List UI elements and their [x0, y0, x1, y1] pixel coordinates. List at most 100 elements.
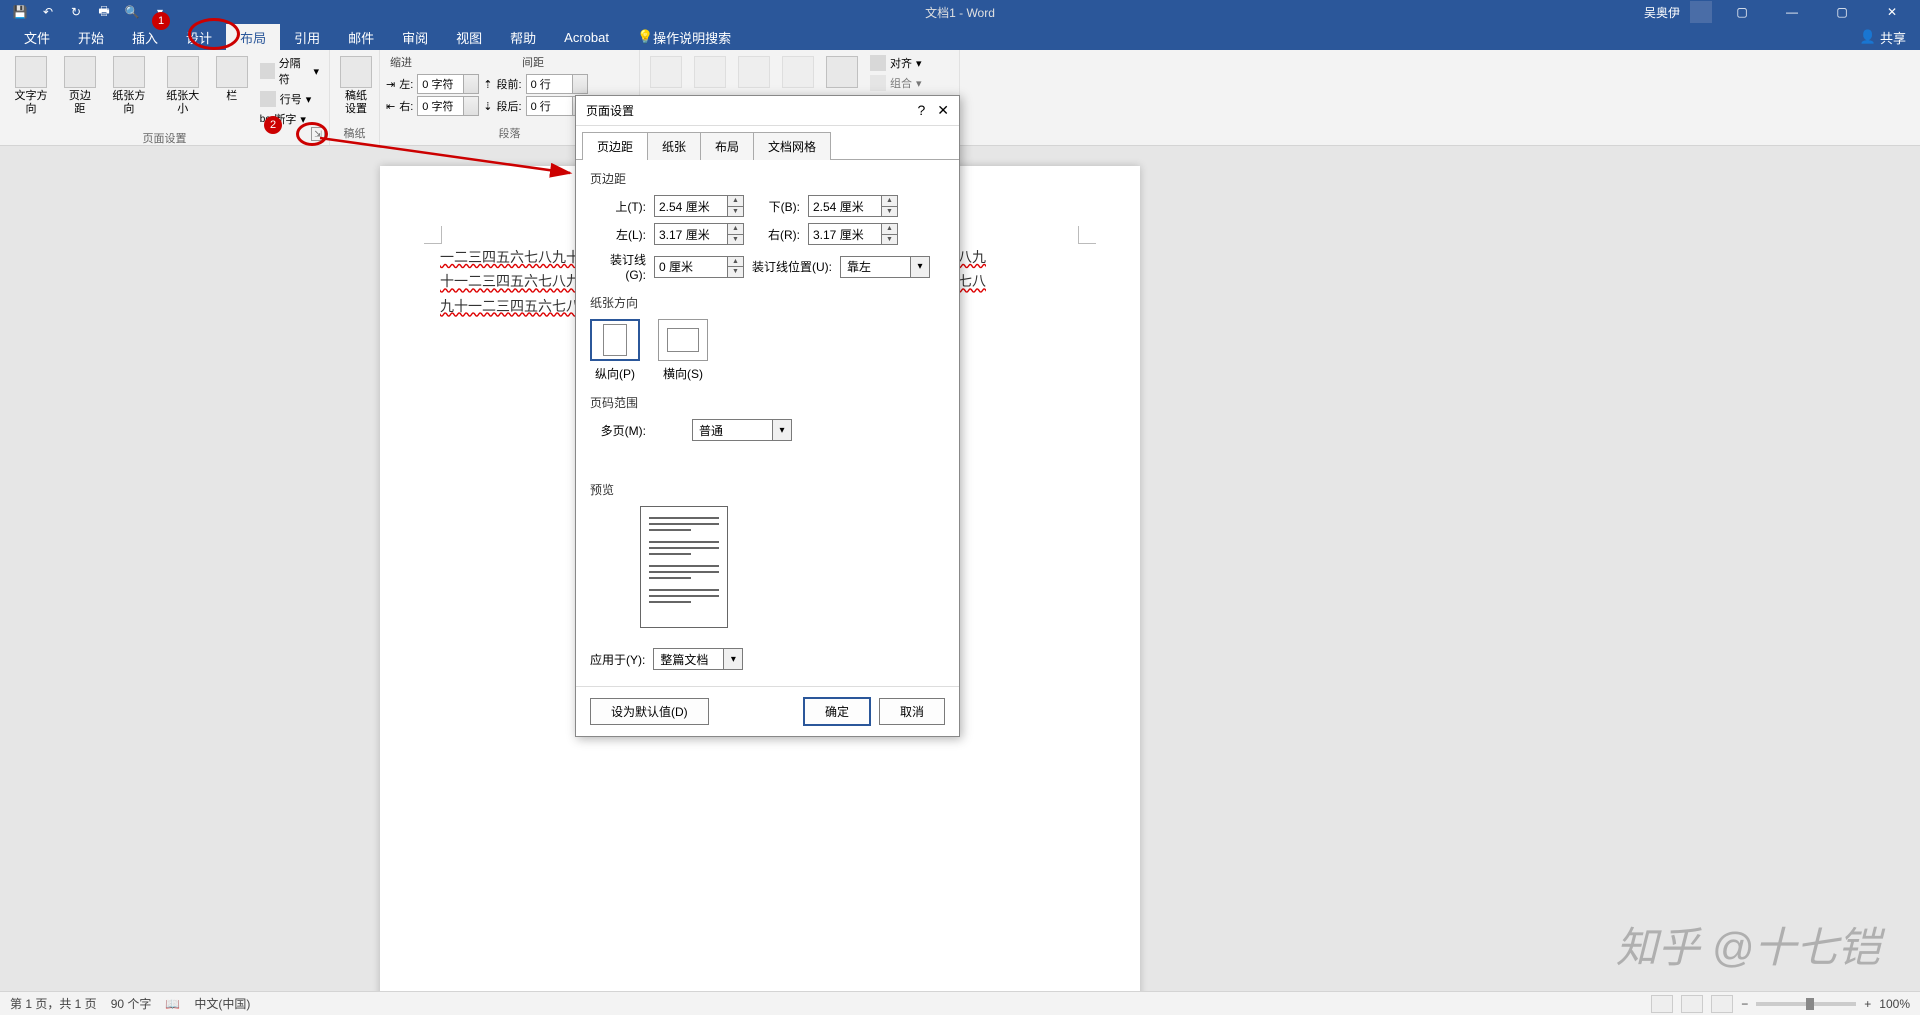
view-read-mode-icon[interactable] [1651, 995, 1673, 1013]
zoom-in-icon[interactable]: + [1864, 997, 1871, 1011]
dialog-help-icon[interactable]: ? [917, 102, 925, 119]
zoom-out-icon[interactable]: − [1741, 997, 1748, 1011]
tab-layout[interactable]: 布局 [226, 24, 280, 50]
dialog-tab-grid[interactable]: 文档网格 [753, 132, 831, 160]
tab-help[interactable]: 帮助 [496, 24, 550, 50]
ribbon-group-manuscript: 稿纸 设置 稿纸 [330, 50, 380, 145]
selection-pane-icon [826, 56, 858, 88]
dialog-close-icon[interactable]: ✕ [937, 102, 949, 119]
spacing-before-input[interactable]: 0 行 [526, 74, 588, 94]
tab-file[interactable]: 文件 [10, 24, 64, 50]
margin-bottom-input[interactable]: 2.54 厘米▲▼ [808, 195, 898, 217]
manuscript-button[interactable]: 稿纸 设置 [336, 54, 376, 123]
multipage-combo[interactable]: 普通 [692, 419, 792, 441]
margins-icon [64, 56, 96, 88]
maximize-icon[interactable]: ▢ [1822, 0, 1862, 24]
columns-icon [216, 56, 248, 88]
tab-view[interactable]: 视图 [442, 24, 496, 50]
dialog-tab-paper[interactable]: 纸张 [647, 132, 701, 160]
orientation-button[interactable]: 纸张方向 [104, 54, 154, 128]
tab-review[interactable]: 审阅 [388, 24, 442, 50]
dialog-footer: 设为默认值(D) 确定 取消 [576, 686, 959, 736]
close-icon[interactable]: ✕ [1872, 0, 1912, 24]
status-word-count[interactable]: 90 个字 [111, 995, 152, 1012]
gutter-pos-label: 装订线位置(U): [752, 258, 832, 275]
orientation-portrait-button[interactable]: 纵向(P) [590, 319, 640, 382]
dialog-tab-margins[interactable]: 页边距 [582, 132, 648, 160]
share-button[interactable]: 👤 共享 [1860, 28, 1906, 47]
portrait-label: 纵向(P) [595, 365, 635, 382]
print-icon[interactable]: 🖶 [96, 4, 112, 20]
set-default-button[interactable]: 设为默认值(D) [590, 698, 709, 725]
tab-design[interactable]: 设计 [172, 24, 226, 50]
apply-to-combo[interactable]: 整篇文档 [653, 648, 743, 670]
align-button[interactable]: 对齐 ▾ [866, 54, 926, 72]
columns-button[interactable]: 栏 [212, 54, 252, 128]
ribbon-group-page-setup: 文字方向 页边距 纸张方向 纸张大小 栏 分隔符 ▾ 行号 ▾ bc 断字 ▾ … [0, 50, 330, 145]
breaks-icon [260, 63, 275, 79]
position-icon [650, 56, 682, 88]
margin-right-input[interactable]: 3.17 厘米▲▼ [808, 223, 898, 245]
tab-acrobat[interactable]: Acrobat [550, 24, 623, 50]
ok-button[interactable]: 确定 [803, 697, 871, 726]
status-proofing-icon[interactable]: 📖 [165, 997, 180, 1011]
title-bar: 💾 ↶ ↻ 🖶 🔍 ▾ 文档1 - Word 吴奥伊 ▢ — ▢ ✕ [0, 0, 1920, 24]
zoom-slider[interactable] [1756, 1002, 1856, 1006]
size-button[interactable]: 纸张大小 [158, 54, 208, 128]
text-direction-icon [15, 56, 47, 88]
size-icon [167, 56, 199, 88]
status-language[interactable]: 中文(中国) [194, 995, 250, 1012]
indent-left-input[interactable]: 0 字符 [417, 74, 479, 94]
status-bar: 第 1 页，共 1 页 90 个字 📖 中文(中国) − + 100% [0, 991, 1920, 1015]
tell-me-label: 操作说明搜索 [653, 28, 731, 47]
line-numbers-button[interactable]: 行号 ▾ [256, 90, 323, 108]
breaks-button[interactable]: 分隔符 ▾ [256, 54, 323, 88]
indent-right-icon: ⇤ [386, 100, 395, 113]
align-icon [870, 55, 886, 71]
text-direction-button[interactable]: 文字方向 [6, 54, 56, 128]
margin-bottom-label: 下(B): [752, 198, 800, 215]
view-web-layout-icon[interactable] [1711, 995, 1733, 1013]
margin-marker-tl [424, 226, 442, 244]
tab-insert[interactable]: 插入 [118, 24, 172, 50]
margin-left-input[interactable]: 3.17 厘米▲▼ [654, 223, 744, 245]
align-label: 对齐 [890, 55, 912, 71]
orientation-landscape-button[interactable]: 横向(S) [658, 319, 708, 382]
manuscript-icon [340, 56, 372, 88]
landscape-icon [658, 319, 708, 361]
view-print-layout-icon[interactable] [1681, 995, 1703, 1013]
margins-button[interactable]: 页边距 [60, 54, 100, 128]
orientation-label: 纸张方向 [108, 90, 150, 116]
indent-right-label: 右: [399, 98, 413, 114]
spacing-header: 间距 [522, 54, 544, 70]
dialog-titlebar[interactable]: 页面设置 ? ✕ [576, 96, 959, 126]
gutter-pos-combo[interactable]: 靠左 [840, 256, 930, 278]
undo-icon[interactable]: ↶ [40, 4, 56, 20]
save-icon[interactable]: 💾 [12, 4, 28, 20]
customize-qat-icon[interactable]: ▾ [152, 4, 168, 20]
page-setup-launcher[interactable]: ⇲ [311, 127, 325, 141]
multipage-label: 多页(M): [590, 422, 646, 439]
indent-right-input[interactable]: 0 字符 [417, 96, 479, 116]
indent-header: 缩进 [390, 54, 412, 70]
tab-home[interactable]: 开始 [64, 24, 118, 50]
margin-top-input[interactable]: 2.54 厘米▲▼ [654, 195, 744, 217]
user-avatar-icon[interactable] [1690, 1, 1712, 23]
tell-me-search[interactable]: 💡 操作说明搜索 [623, 24, 745, 50]
line-numbers-icon [260, 91, 276, 107]
tab-references[interactable]: 引用 [280, 24, 334, 50]
redo-icon[interactable]: ↻ [68, 4, 84, 20]
ribbon-options-icon[interactable]: ▢ [1722, 0, 1762, 24]
zoom-level[interactable]: 100% [1879, 997, 1910, 1011]
margin-top-label: 上(T): [590, 198, 646, 215]
minimize-icon[interactable]: — [1772, 0, 1812, 24]
status-page-info[interactable]: 第 1 页，共 1 页 [10, 995, 97, 1012]
gutter-input[interactable]: 0 厘米▲▼ [654, 256, 744, 278]
group-button[interactable]: 组合 ▾ [866, 74, 926, 92]
user-name: 吴奥伊 [1644, 4, 1680, 21]
dialog-tab-layout[interactable]: 布局 [700, 132, 754, 160]
cancel-button[interactable]: 取消 [879, 698, 945, 725]
tab-mailings[interactable]: 邮件 [334, 24, 388, 50]
zoom-icon[interactable]: 🔍 [124, 4, 140, 20]
hyphenation-button[interactable]: bc 断字 ▾ [256, 110, 323, 128]
